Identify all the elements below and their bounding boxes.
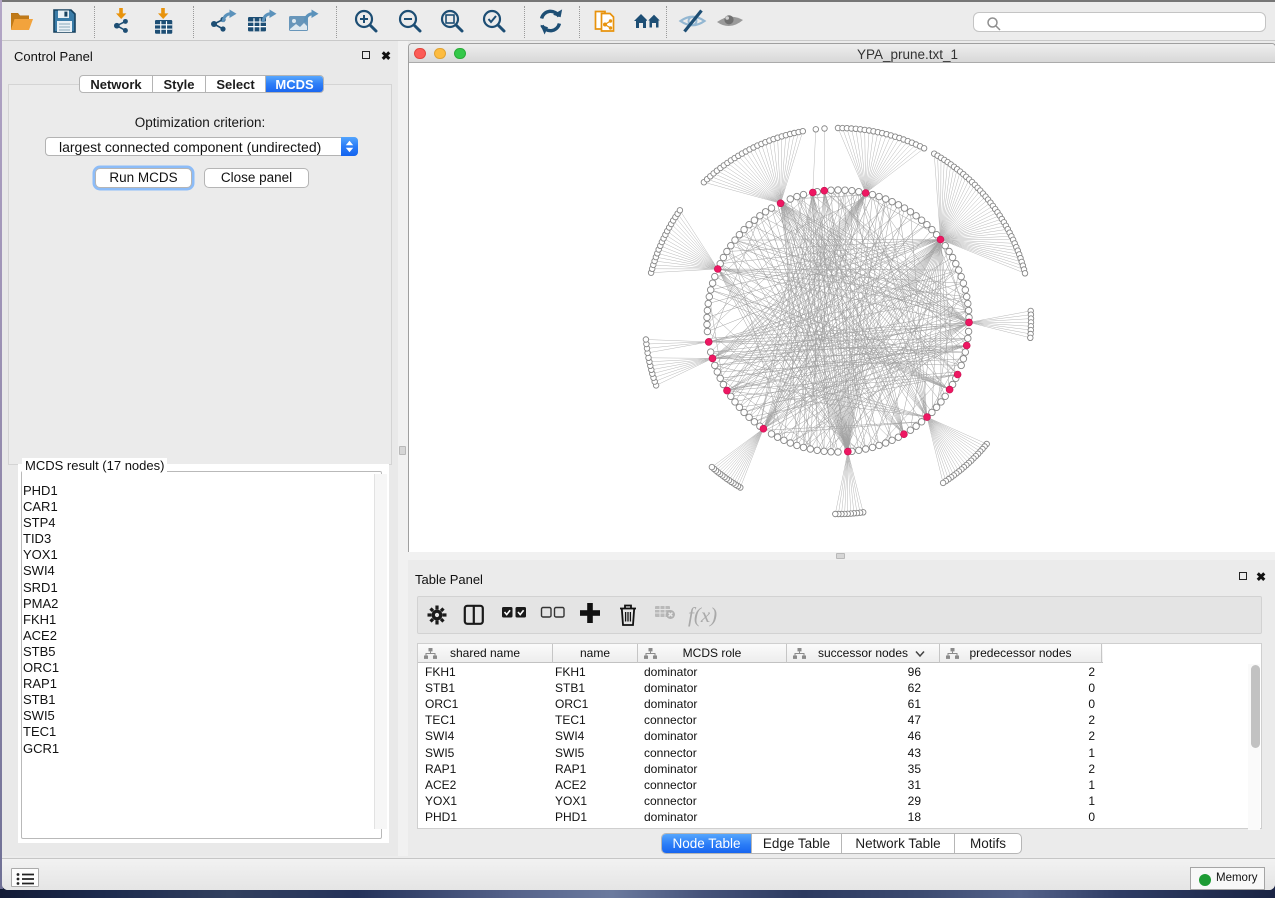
svg-text:f(x): f(x) <box>688 603 717 627</box>
